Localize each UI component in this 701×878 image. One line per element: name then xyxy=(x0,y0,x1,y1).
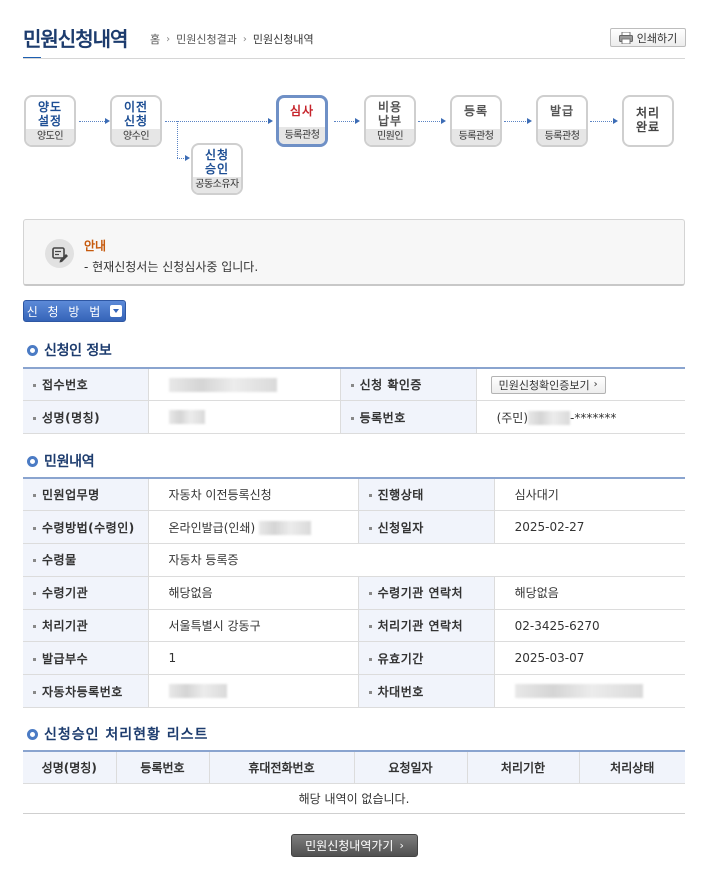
step-payment: 비용 납부 민원인 xyxy=(364,95,416,147)
step-review: 심사 등록관청 xyxy=(276,95,328,147)
section-petition-title: 민원내역 xyxy=(27,451,95,471)
bullet-icon xyxy=(27,728,38,740)
section-approval-title: 신청승인 처리현황 리스트 xyxy=(27,724,208,744)
col-request-date: 요청일자 xyxy=(354,751,468,784)
car-reg-no-value xyxy=(148,674,359,709)
table-row: 발급부수 1 유효기간 2025-03-07 xyxy=(23,641,685,676)
empty-message: 해당 내역이 없습니다. xyxy=(23,783,685,814)
table-row: 민원업무명 자동차 이전등록신청 진행상태 심사대기 xyxy=(23,478,685,512)
notice-text: - 현재신청서는 신청심사중 입니다. xyxy=(84,260,259,274)
page-title: 민원신청내역 xyxy=(23,27,128,51)
col-reg-no: 등록번호 xyxy=(116,751,210,784)
table-header-row: 성명(명칭) 등록번호 휴대전화번호 요청일자 처리기한 처리상태 xyxy=(23,751,685,784)
confirm-label: 신청 확인증 xyxy=(339,368,477,402)
status-label: 진행상태 xyxy=(377,488,424,503)
receive-agency-contact-value: 해당없음 xyxy=(494,576,685,610)
breadcrumb-result[interactable]: 민원신청결과 xyxy=(176,31,237,47)
name-value xyxy=(148,400,341,435)
table-row: 수령물 자동차 등록증 xyxy=(23,543,685,577)
vin-value xyxy=(494,674,685,709)
step-approval: 신청 승인 공동소유자 xyxy=(191,143,243,195)
bullet-icon xyxy=(27,344,38,356)
receive-agency-value: 해당없음 xyxy=(148,576,359,610)
approval-table: 성명(명칭) 등록번호 휴대전화번호 요청일자 처리기한 처리상태 해당 내역이… xyxy=(23,750,685,814)
car-reg-no-label: 자동차등록번호 xyxy=(42,684,123,699)
step-issue: 발급 등록관청 xyxy=(536,95,588,147)
table-row: 자동차등록번호 차대번호 xyxy=(23,674,685,709)
receive-method-label: 수령방법(수령인) xyxy=(42,520,135,535)
arrow-right-icon xyxy=(268,118,273,124)
arrow-right-icon xyxy=(527,118,532,124)
table-row: 수령방법(수령인) 온라인발급(인쇄) 신청일자 2025-02-27 xyxy=(23,510,685,545)
receipt-no-value xyxy=(148,368,341,402)
chevron-right-icon: › xyxy=(242,33,247,45)
col-deadline: 처리기한 xyxy=(467,751,580,784)
print-label: 인쇄하기 xyxy=(636,31,678,45)
step-transfer-setup: 양도 설정 양도인 xyxy=(24,95,76,147)
notice-box: 안내 - 현재신청서는 신청심사중 입니다. xyxy=(23,219,685,286)
valid-until-label: 유효기간 xyxy=(377,651,424,666)
process-agency-contact-value: 02-3425-6270 xyxy=(494,609,685,643)
table-row: 수령기관 해당없음 수령기관 연락처 해당없음 xyxy=(23,576,685,610)
receive-item-label: 수령물 xyxy=(42,553,77,568)
table-row: 성명(명칭) 등록번호 (주민) -******* xyxy=(23,400,685,435)
table-row: 처리기관 서울특별시 강동구 처리기관 연락처 02-3425-6270 xyxy=(23,609,685,643)
view-confirmation-button[interactable]: 민원신청확인증보기 › xyxy=(490,375,606,394)
table-row: 접수번호 신청 확인증 민원신청확인증보기 › xyxy=(23,368,685,402)
arrow-right-icon xyxy=(185,155,190,161)
header-divider xyxy=(23,58,685,59)
chevron-right-icon: › xyxy=(399,839,404,852)
apply-date-value: 2025-02-27 xyxy=(494,510,685,545)
chevron-right-icon: › xyxy=(166,33,171,45)
arrow-right-icon xyxy=(613,118,618,124)
name-label: 성명(명칭) xyxy=(23,400,149,435)
section-applicant-title: 신청인 정보 xyxy=(27,340,112,360)
reg-no-value: (주민) -******* xyxy=(476,400,685,435)
breadcrumb: 홈 › 민원신청결과 › 민원신청내역 xyxy=(150,31,314,47)
process-agency-contact-label: 처리기관 연락처 xyxy=(377,619,464,634)
task-name-label: 민원업무명 xyxy=(42,488,100,503)
process-agency-label: 처리기관 xyxy=(42,619,89,634)
arrow-right-icon xyxy=(441,118,446,124)
memo-pencil-icon xyxy=(45,239,74,268)
receive-agency-label: 수령기관 xyxy=(42,586,89,601)
status-value: 심사대기 xyxy=(494,478,685,512)
notice-title: 안내 xyxy=(84,239,107,253)
applicant-table: 접수번호 신청 확인증 민원신청확인증보기 › 성명(명칭) 등록번호 (주민)… xyxy=(23,367,685,435)
table-row: 해당 내역이 없습니다. xyxy=(23,783,685,814)
task-name-value: 자동차 이전등록신청 xyxy=(148,478,359,512)
chevron-right-icon: › xyxy=(593,379,598,391)
printer-icon xyxy=(618,31,633,45)
col-name: 성명(명칭) xyxy=(23,751,117,784)
receive-item-value: 자동차 등록증 xyxy=(148,543,685,577)
copies-label: 발급부수 xyxy=(42,651,89,666)
receipt-no-label: 접수번호 xyxy=(23,368,149,402)
col-status: 처리상태 xyxy=(579,751,685,784)
bullet-icon xyxy=(27,455,38,467)
print-button[interactable]: 인쇄하기 xyxy=(610,28,686,47)
petition-table: 민원업무명 자동차 이전등록신청 진행상태 심사대기 수령방법(수령인) 온라인… xyxy=(23,477,685,709)
chevron-down-icon xyxy=(110,305,123,317)
reg-no-label: 등록번호 xyxy=(339,400,477,435)
process-agency-value: 서울특별시 강동구 xyxy=(148,609,359,643)
breadcrumb-home[interactable]: 홈 xyxy=(150,31,160,47)
valid-until-value: 2025-03-07 xyxy=(494,641,685,676)
col-phone: 휴대전화번호 xyxy=(209,751,355,784)
apply-date-label: 신청일자 xyxy=(377,520,424,535)
breadcrumb-current: 민원신청내역 xyxy=(252,33,314,46)
step-registration: 등록 등록관청 xyxy=(450,95,502,147)
vin-label: 차대번호 xyxy=(377,684,424,699)
arrow-right-icon xyxy=(355,118,360,124)
copies-value: 1 xyxy=(148,641,359,676)
go-to-petition-list-button[interactable]: 민원신청내역가기 › xyxy=(291,834,418,857)
confirm-cell: 민원신청확인증보기 › xyxy=(476,368,685,402)
apply-method-button[interactable]: 신 청 방 법 xyxy=(23,300,126,322)
apply-method-label: 신 청 방 법 xyxy=(26,304,104,319)
step-complete: 처리 완료 xyxy=(622,95,674,147)
receive-method-value: 온라인발급(인쇄) xyxy=(148,510,359,545)
receive-agency-contact-label: 수령기관 연락처 xyxy=(377,586,464,601)
step-transfer-apply: 이전 신청 양수인 xyxy=(110,95,162,147)
